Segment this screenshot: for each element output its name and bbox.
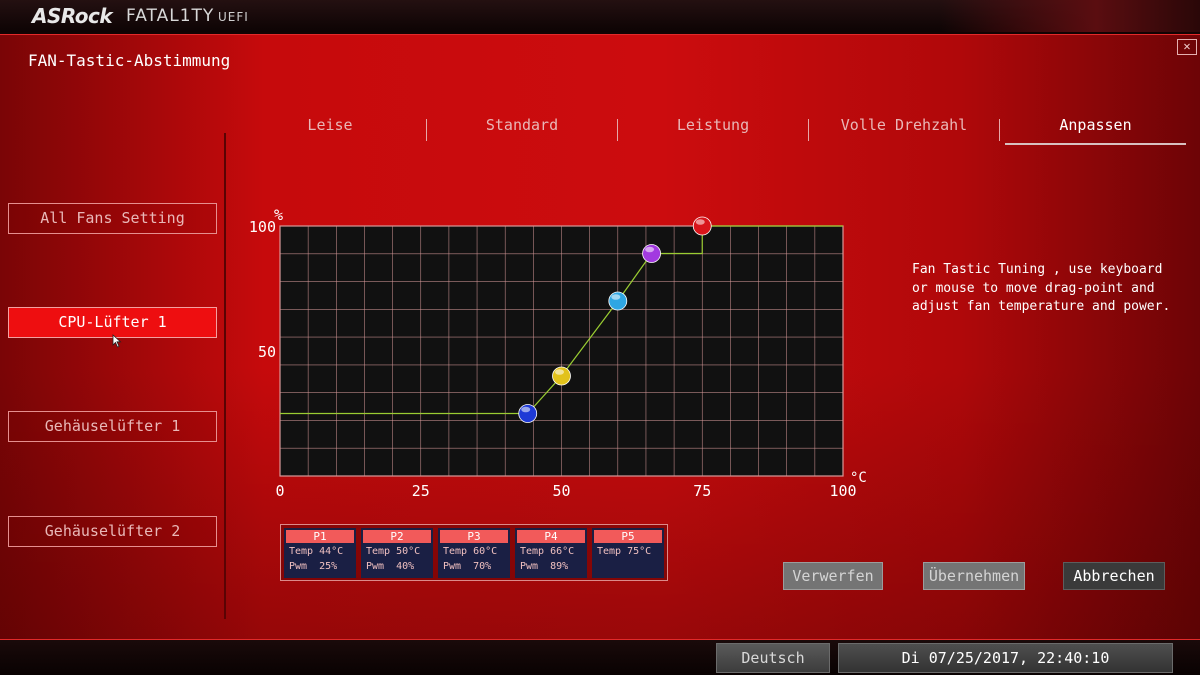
point-name: P3 — [440, 530, 508, 543]
chart-layer: 0 25 50 75 100 100 50 — [249, 216, 857, 500]
x-tick-label: 100 — [829, 482, 856, 500]
point-name: P1 — [286, 530, 354, 543]
tab-separator — [999, 119, 1000, 141]
drag-point-highlight — [695, 219, 705, 225]
tab-full-speed[interactable]: Volle Drehzahl — [809, 115, 999, 143]
y-tick-label: 50 — [258, 343, 276, 361]
brand-logo: ASRock — [32, 4, 113, 28]
point-name: P5 — [594, 530, 662, 543]
point-temp: Temp 50°C — [366, 546, 421, 557]
brand-series: FATAL1TY — [126, 6, 215, 26]
sidebar-item-all-fans[interactable]: All Fans Setting — [8, 203, 217, 234]
discard-button[interactable]: Verwerfen — [783, 562, 883, 590]
point-temp: Temp 66°C — [520, 546, 575, 557]
x-tick-label: 75 — [693, 482, 711, 500]
point-card-p4[interactable]: P4 Temp 66°C Pwm 89% — [515, 528, 587, 578]
point-temp: Temp 44°C — [289, 546, 344, 557]
drag-point-highlight — [645, 246, 655, 253]
cancel-button[interactable]: Abbrechen — [1063, 562, 1165, 590]
datetime-display: Di 07/25/2017, 22:40:10 — [838, 643, 1173, 673]
x-tick-label: 50 — [552, 482, 570, 500]
point-name: P2 — [363, 530, 431, 543]
point-temp: Temp 60°C — [443, 546, 498, 557]
page-title: FAN-Tastic-Abstimmung — [28, 51, 231, 70]
point-name: P4 — [517, 530, 585, 543]
tab-customize[interactable]: Anpassen — [1005, 115, 1186, 145]
help-text: Fan Tastic Tuning , use keyboard or mous… — [912, 262, 1171, 314]
drag-point-highlight — [611, 294, 621, 300]
point-pwm: Pwm 70% — [443, 561, 492, 572]
top-bar-decoration — [940, 0, 1200, 32]
tab-silent[interactable]: Leise — [235, 115, 425, 143]
apply-button[interactable]: Übernehmen — [923, 562, 1025, 590]
x-tick-label: 0 — [275, 482, 284, 500]
point-pwm: Pwm 40% — [366, 561, 415, 572]
brand-firmware: UEFI — [218, 10, 249, 24]
point-pwm: Pwm 25% — [289, 561, 338, 572]
point-pwm: Pwm 89% — [520, 561, 569, 572]
point-card-p2[interactable]: P2 Temp 50°C Pwm 40% — [361, 528, 433, 578]
point-temp: Temp 75°C — [597, 546, 652, 557]
points-table: P1 Temp 44°C Pwm 25% P2 Temp 50°C Pwm 40… — [280, 524, 668, 581]
tab-performance[interactable]: Leistung — [618, 115, 808, 143]
x-tick-label: 25 — [412, 482, 430, 500]
drag-point-highlight — [555, 369, 564, 375]
close-button[interactable]: ✕ — [1177, 39, 1197, 55]
sidebar-divider — [224, 133, 226, 619]
fan-curve-chart[interactable]: % °C 0 25 50 75 10010050 — [244, 196, 874, 506]
y-tick-label: 100 — [249, 218, 276, 236]
point-card-p3[interactable]: P3 Temp 60°C Pwm 70% — [438, 528, 510, 578]
point-card-p1[interactable]: P1 Temp 44°C Pwm 25% — [284, 528, 356, 578]
language-button[interactable]: Deutsch — [716, 643, 830, 673]
tab-standard[interactable]: Standard — [427, 115, 617, 143]
drag-point-highlight — [521, 406, 531, 413]
sidebar-item-case-fan-1[interactable]: Gehäuselüfter 1 — [8, 411, 217, 442]
top-bar: ASRock FATAL1TY UEFI — [0, 0, 1200, 32]
sidebar-item-case-fan-2[interactable]: Gehäuselüfter 2 — [8, 516, 217, 547]
point-card-p5[interactable]: P5 Temp 75°C — [592, 528, 664, 578]
bottom-bar: Deutsch Di 07/25/2017, 22:40:10 — [0, 640, 1200, 675]
mouse-cursor-icon — [112, 334, 122, 348]
